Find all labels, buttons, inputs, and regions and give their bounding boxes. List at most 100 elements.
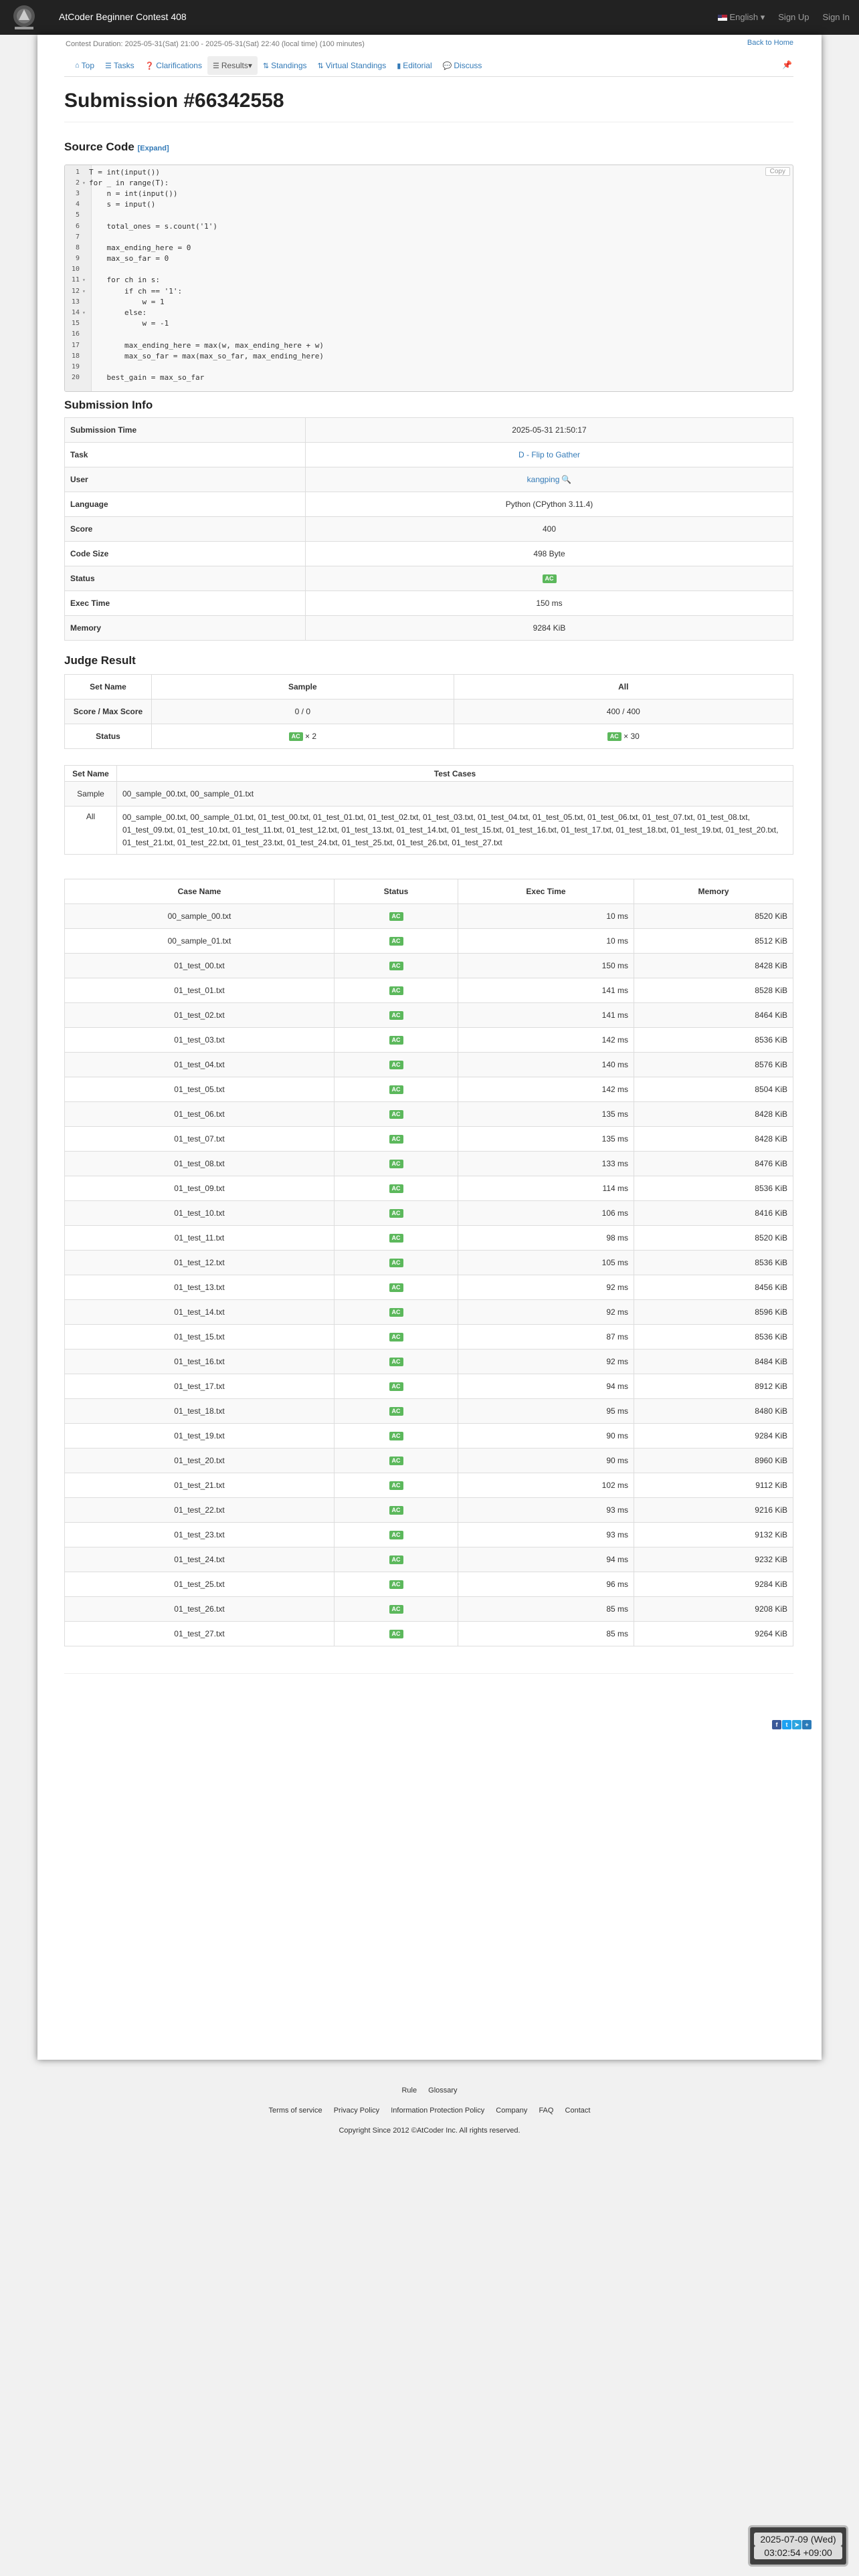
- case-memory: 8504 KiB: [634, 1077, 793, 1102]
- footer-link-privacy[interactable]: Privacy Policy: [334, 2107, 379, 2115]
- tab-standings[interactable]: ⇅ Standings: [258, 56, 312, 75]
- code-line: 15 w = -1: [65, 318, 793, 329]
- table-row: 00_sample_01.txt AC 10 ms 8512 KiB: [64, 928, 793, 954]
- ac-badge: AC: [389, 1506, 403, 1515]
- tab-tasks[interactable]: ☰ Tasks: [100, 56, 140, 75]
- clock-time: 03:02:54 +09:00: [754, 2546, 842, 2559]
- case-name: 01_test_00.txt: [64, 953, 335, 978]
- score-label: Score / Max Score: [64, 699, 152, 724]
- social-share-buttons: f t ➤ +: [772, 1720, 812, 1729]
- code-text: T = int(input()): [89, 167, 160, 177]
- case-memory: 8512 KiB: [634, 928, 793, 954]
- case-status: AC: [334, 1324, 458, 1350]
- case-status: AC: [334, 953, 458, 978]
- contest-nav-tabs: ⌂ Top ☰ Tasks ❓ Clarifications ☰ Results ▾ ⇅…: [70, 56, 799, 75]
- sign-up-link[interactable]: Sign Up: [778, 12, 809, 23]
- table-row: 01_test_19.txt AC 90 ms 9284 KiB: [64, 1423, 793, 1448]
- tab-virtual-standings[interactable]: ⇅ Virtual Standings: [312, 56, 392, 75]
- case-exec-time: 142 ms: [458, 1027, 634, 1053]
- ac-badge: AC: [389, 1481, 403, 1491]
- info-row: Code Size 498 Byte: [64, 541, 793, 566]
- language-dropdown[interactable]: English ▾: [718, 12, 765, 23]
- line-number: 4: [75, 201, 80, 209]
- table-row: 01_test_09.txt AC 114 ms 8536 KiB: [64, 1176, 793, 1201]
- case-exec-time: 10 ms: [458, 903, 634, 929]
- fold-arrow-icon[interactable]: ▾: [82, 310, 89, 316]
- table-row: 01_test_23.txt AC 93 ms 9132 KiB: [64, 1522, 793, 1547]
- user-link[interactable]: kangping: [527, 475, 560, 484]
- expand-link[interactable]: [Expand]: [138, 144, 169, 152]
- line-number: 18: [71, 352, 80, 360]
- fold-arrow-icon[interactable]: ▾: [82, 180, 89, 186]
- case-exec-time: 141 ms: [458, 978, 634, 1003]
- footer-link-info-protection[interactable]: Information Protection Policy: [391, 2107, 484, 2115]
- header-all: All: [453, 674, 794, 700]
- ac-badge: AC: [389, 1036, 403, 1045]
- case-status: AC: [334, 1596, 458, 1622]
- footer-link-terms[interactable]: Terms of service: [269, 2107, 322, 2115]
- footer-link-contact[interactable]: Contact: [565, 2107, 591, 2115]
- facebook-icon[interactable]: f: [772, 1720, 781, 1729]
- telegram-icon[interactable]: ➤: [792, 1720, 801, 1729]
- case-exec-time: 92 ms: [458, 1349, 634, 1374]
- copyright: Copyright Since 2012 ©AtCoder Inc. All r…: [339, 2127, 520, 2135]
- case-memory: 8520 KiB: [634, 1225, 793, 1251]
- fold-arrow-icon[interactable]: ▾: [82, 277, 89, 283]
- ac-badge: AC: [389, 1358, 403, 1367]
- tab-editorial[interactable]: ▮ Editorial: [391, 56, 437, 75]
- line-number: 20: [71, 374, 80, 382]
- search-icon[interactable]: 🔍: [561, 475, 571, 484]
- tab-discuss[interactable]: 💬 Discuss: [438, 56, 488, 75]
- fold-arrow-icon[interactable]: ▾: [82, 288, 89, 294]
- contest-title-link[interactable]: AtCoder Beginner Contest 408: [59, 11, 187, 22]
- case-exec-time: 96 ms: [458, 1572, 634, 1597]
- case-status: AC: [334, 1473, 458, 1498]
- line-number: 8: [75, 243, 80, 251]
- case-name: 01_test_03.txt: [64, 1027, 335, 1053]
- share-plus-icon[interactable]: +: [802, 1720, 812, 1729]
- atcoder-logo[interactable]: [7, 3, 41, 32]
- case-status: AC: [334, 1225, 458, 1251]
- case-memory: 8456 KiB: [634, 1275, 793, 1300]
- footer-link-glossary[interactable]: Glossary: [428, 2086, 457, 2095]
- line-number: 6: [75, 222, 80, 230]
- case-memory: 8576 KiB: [634, 1052, 793, 1077]
- ac-badge: AC: [389, 1382, 403, 1392]
- header-status: Status: [334, 879, 458, 904]
- tab-results[interactable]: ☰ Results ▾: [207, 56, 258, 75]
- code-text: max_ending_here = max(w, max_ending_here…: [89, 340, 324, 350]
- info-value: kangping 🔍: [305, 467, 793, 492]
- code-text: total_ones = s.count('1'): [89, 221, 218, 231]
- back-to-home-link[interactable]: Back to Home: [747, 39, 793, 47]
- twitter-icon[interactable]: t: [782, 1720, 791, 1729]
- line-number: 16: [71, 330, 80, 338]
- tab-clarifications[interactable]: ❓ Clarifications: [140, 56, 207, 75]
- footer-link-faq[interactable]: FAQ: [539, 2107, 553, 2115]
- header-exec-time: Exec Time: [458, 879, 634, 904]
- copy-button[interactable]: Copy: [765, 167, 790, 176]
- ac-badge: AC: [389, 1555, 403, 1565]
- line-number: 17: [71, 341, 80, 349]
- footer-link-company[interactable]: Company: [496, 2107, 527, 2115]
- code-block[interactable]: 1T = int(input()) 2 ▾ for _ in range(T): 3 n…: [64, 165, 793, 392]
- info-value: 400: [305, 516, 793, 542]
- case-name: 01_test_27.txt: [64, 1621, 335, 1646]
- case-status: AC: [334, 1250, 458, 1275]
- footer-link-rule[interactable]: Rule: [401, 2086, 417, 2095]
- table-row: 01_test_13.txt AC 92 ms 8456 KiB: [64, 1275, 793, 1300]
- case-exec-time: 106 ms: [458, 1200, 634, 1226]
- pin-icon[interactable]: 📌: [782, 60, 792, 70]
- case-status: AC: [334, 1497, 458, 1523]
- case-exec-time: 102 ms: [458, 1473, 634, 1498]
- tab-top[interactable]: ⌂ Top: [70, 56, 100, 75]
- code-line: 9 max_so_far = 0: [65, 253, 793, 264]
- case-memory: 8416 KiB: [634, 1200, 793, 1226]
- code-text: for ch in s:: [89, 276, 160, 285]
- task-link[interactable]: D - Flip to Gather: [518, 450, 580, 459]
- case-memory: 8428 KiB: [634, 1126, 793, 1152]
- sign-in-link[interactable]: Sign In: [823, 12, 850, 23]
- ac-badge: AC: [389, 1457, 403, 1466]
- case-memory: 9232 KiB: [634, 1547, 793, 1572]
- info-row: Language Python (CPython 3.11.4): [64, 492, 793, 517]
- ac-badge: AC: [389, 1209, 403, 1218]
